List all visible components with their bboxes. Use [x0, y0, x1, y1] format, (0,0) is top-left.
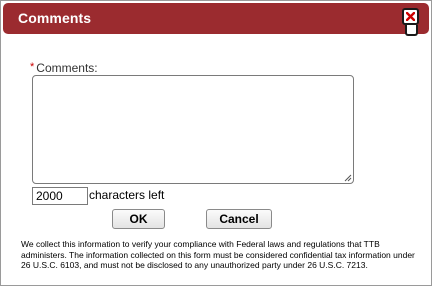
dialog-titlebar: Comments — [3, 3, 429, 34]
comments-dialog: Comments *Comments: characters left OK C… — [0, 0, 432, 286]
dialog-title: Comments — [18, 10, 92, 26]
characters-left-label: characters left — [89, 188, 165, 202]
characters-left-field[interactable] — [32, 187, 88, 205]
close-button[interactable] — [402, 8, 419, 25]
required-marker: * — [30, 61, 35, 73]
cancel-button[interactable]: Cancel — [206, 209, 272, 229]
privacy-disclaimer: We collect this information to verify yo… — [21, 239, 415, 270]
ok-button[interactable]: OK — [112, 209, 165, 229]
comments-label: * Comments: — [30, 61, 98, 75]
close-button-shadow — [405, 25, 418, 36]
close-icon — [406, 12, 415, 21]
resize-grip-icon[interactable] — [344, 174, 352, 182]
comments-textarea[interactable] — [32, 75, 354, 184]
comments-label-text: Comments: — [36, 61, 98, 75]
